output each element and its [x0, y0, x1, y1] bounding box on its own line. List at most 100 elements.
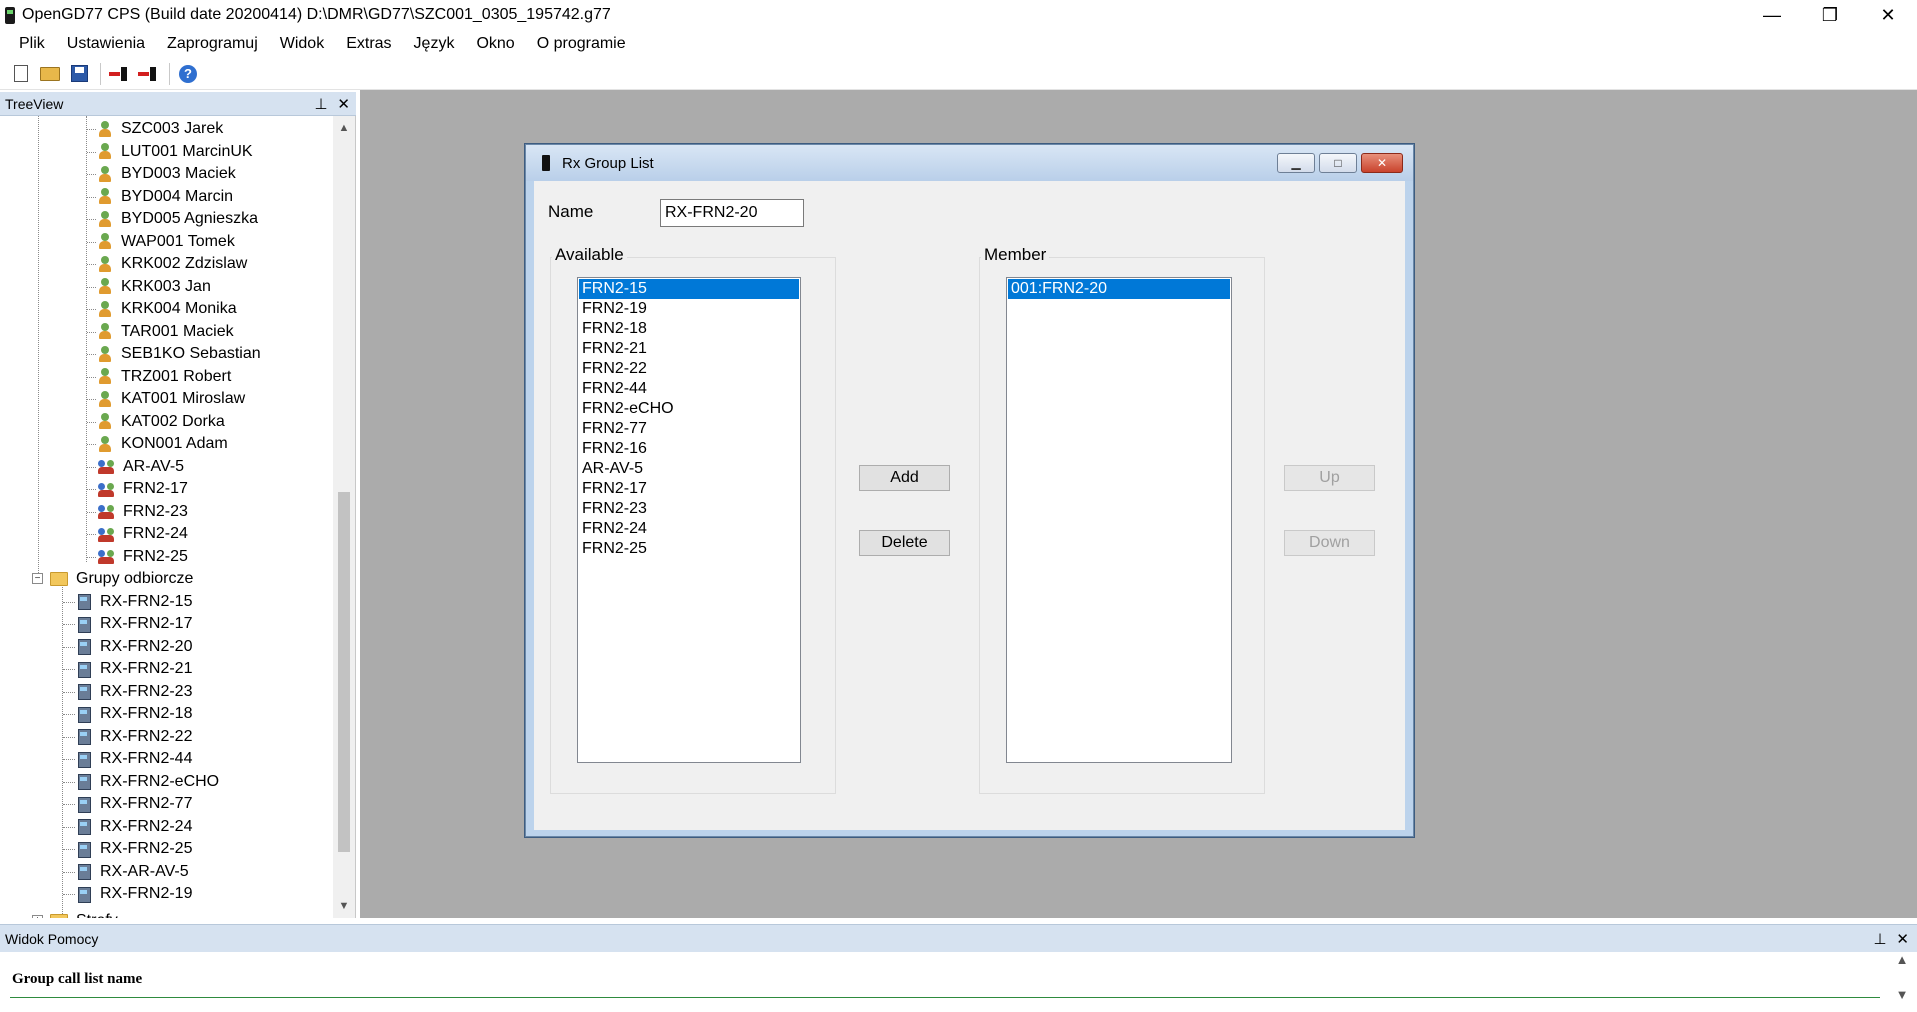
talkgroup-icon [98, 548, 115, 565]
close-icon[interactable]: ✕ [1896, 930, 1909, 948]
tree-item-rx-group[interactable]: RX-AR-AV-5 [63, 861, 189, 883]
tree-item-talkgroup[interactable]: AR-AV-5 [87, 456, 184, 478]
tree-item-rx-group[interactable]: RX-FRN2-22 [63, 726, 192, 748]
expand-icon[interactable]: + [32, 914, 43, 918]
write-radio-button[interactable] [135, 61, 161, 87]
menu-okno[interactable]: Okno [465, 30, 525, 58]
tree-item-contact[interactable]: KRK004 Monika [87, 298, 237, 320]
tree-item-rx-group[interactable]: RX-FRN2-23 [63, 681, 192, 703]
tree-item-contact[interactable]: BYD005 Agnieszka [87, 208, 258, 230]
up-button[interactable]: Up [1284, 465, 1375, 491]
scroll-up-arrow-icon[interactable]: ▲ [1896, 952, 1909, 967]
menu-o-programie[interactable]: O programie [526, 30, 637, 58]
save-file-button[interactable] [66, 61, 92, 87]
available-item[interactable]: FRN2-22 [579, 359, 799, 379]
pin-icon[interactable]: ⊥ [314, 95, 327, 113]
menu-jezyk[interactable]: Język [403, 30, 466, 58]
close-button[interactable]: ✕ [1859, 0, 1917, 30]
tree-item-contact[interactable]: SZC003 Jarek [87, 118, 223, 140]
rx-group-icon [76, 706, 92, 723]
tree-item-rx-group[interactable]: RX-FRN2-18 [63, 703, 192, 725]
scroll-down-arrow-icon[interactable]: ▼ [1896, 987, 1909, 1002]
menu-ustawienia[interactable]: Ustawienia [56, 30, 156, 58]
available-item[interactable]: AR-AV-5 [579, 459, 799, 479]
available-item[interactable]: FRN2-15 [579, 279, 799, 299]
member-item[interactable]: 001:FRN2-20 [1008, 279, 1230, 299]
available-item[interactable]: FRN2-eCHO [579, 399, 799, 419]
help-text: Group call list name [12, 971, 143, 987]
tree-item-rx-group[interactable]: RX-FRN2-17 [63, 613, 192, 635]
tree-item-contact[interactable]: KON001 Adam [87, 433, 228, 455]
menu-widok[interactable]: Widok [269, 30, 335, 58]
menu-zaprogramuj[interactable]: Zaprogramuj [156, 30, 269, 58]
available-item[interactable]: FRN2-77 [579, 419, 799, 439]
tree-item-contact[interactable]: TRZ001 Robert [87, 366, 231, 388]
tree-item-label: SEB1KO Sebastian [121, 345, 261, 362]
read-radio-button[interactable] [106, 61, 132, 87]
available-listbox[interactable]: FRN2-15 FRN2-19 FRN2-18 FRN2-21 FRN2-22 FRN2-… [577, 277, 801, 763]
minimize-button[interactable]: — [1743, 0, 1801, 30]
tree-item-rx-group[interactable]: RX-FRN2-15 [63, 591, 192, 613]
tree-item-talkgroup[interactable]: FRN2-17 [87, 478, 188, 500]
tree-folder-strefy[interactable]: + Strefy [32, 910, 118, 918]
tree-item-talkgroup[interactable]: FRN2-23 [87, 501, 188, 523]
treeview-scrollbar[interactable]: ▲ ▼ [333, 116, 355, 918]
menu-extras[interactable]: Extras [335, 30, 402, 58]
available-item[interactable]: FRN2-16 [579, 439, 799, 459]
tree-item-rx-group[interactable]: RX-FRN2-25 [63, 838, 192, 860]
tree-item-talkgroup[interactable]: FRN2-24 [87, 523, 188, 545]
tree-item-contact[interactable]: SEB1KO Sebastian [87, 343, 261, 365]
tree-item-rx-group[interactable]: RX-FRN2-19 [63, 883, 192, 905]
tree-item-contact[interactable]: KAT002 Dorka [87, 411, 225, 433]
available-item[interactable]: FRN2-44 [579, 379, 799, 399]
tree-item-contact[interactable]: KRK002 Zdzislaw [87, 253, 247, 275]
restore-button[interactable]: ❐ [1801, 0, 1859, 30]
available-item[interactable]: FRN2-19 [579, 299, 799, 319]
scroll-down-arrow-icon[interactable]: ▼ [333, 896, 355, 916]
new-file-icon [14, 65, 28, 82]
tree-item-contact[interactable]: KAT001 Miroslaw [87, 388, 245, 410]
new-file-button[interactable] [8, 61, 34, 87]
tree-item-rx-group[interactable]: RX-FRN2-20 [63, 636, 192, 658]
available-item[interactable]: FRN2-23 [579, 499, 799, 519]
child-minimize-button[interactable]: ▁ [1277, 153, 1315, 173]
delete-button[interactable]: Delete [859, 530, 950, 556]
tree-item-rx-group[interactable]: RX-FRN2-44 [63, 748, 192, 770]
available-item[interactable]: FRN2-25 [579, 539, 799, 559]
treeview-title: TreeView [5, 95, 64, 112]
open-file-button[interactable] [37, 61, 63, 87]
scroll-thumb[interactable] [338, 492, 350, 852]
contact-icon [98, 323, 113, 340]
pin-icon[interactable]: ⊥ [1873, 930, 1886, 948]
tree-folder-grupy-odbiorcze[interactable]: − Grupy odbiorcze [32, 568, 193, 590]
tree-item-contact[interactable]: WAP001 Tomek [87, 231, 235, 253]
tree-item-rx-group[interactable]: RX-FRN2-eCHO [63, 771, 219, 793]
name-input[interactable]: RX-FRN2-20 [660, 199, 804, 227]
tree-item-rx-group[interactable]: RX-FRN2-24 [63, 816, 192, 838]
tree-item-talkgroup[interactable]: FRN2-25 [87, 546, 188, 568]
help-scrollbar[interactable]: ▲ ▼ [1891, 952, 1913, 1002]
tree-item-contact[interactable]: BYD003 Maciek [87, 163, 236, 185]
collapse-icon[interactable]: − [32, 573, 43, 584]
tree-item-rx-group[interactable]: RX-FRN2-77 [63, 793, 192, 815]
down-button[interactable]: Down [1284, 530, 1375, 556]
help-button[interactable]: ? [175, 61, 201, 87]
available-item[interactable]: FRN2-17 [579, 479, 799, 499]
member-listbox[interactable]: 001:FRN2-20 [1006, 277, 1232, 763]
available-item[interactable]: FRN2-18 [579, 319, 799, 339]
tree-item-contact[interactable]: LUT001 MarcinUK [87, 141, 253, 163]
rx-group-list-title: Rx Group List [562, 154, 654, 172]
child-close-button[interactable]: ✕ [1361, 153, 1403, 173]
scroll-up-arrow-icon[interactable]: ▲ [333, 118, 355, 138]
menu-plik[interactable]: Plik [8, 30, 56, 58]
tree-item-contact[interactable]: BYD004 Marcin [87, 186, 233, 208]
available-item[interactable]: FRN2-24 [579, 519, 799, 539]
child-maximize-button[interactable]: □ [1319, 153, 1357, 173]
close-icon[interactable]: ✕ [337, 95, 350, 113]
add-button[interactable]: Add [859, 465, 950, 491]
tree-item-contact[interactable]: TAR001 Maciek [87, 321, 234, 343]
available-item[interactable]: FRN2-21 [579, 339, 799, 359]
tree-item-contact[interactable]: KRK003 Jan [87, 276, 211, 298]
rx-group-list-titlebar[interactable]: Rx Group List ▁ □ ✕ [526, 145, 1413, 181]
tree-item-rx-group[interactable]: RX-FRN2-21 [63, 658, 192, 680]
